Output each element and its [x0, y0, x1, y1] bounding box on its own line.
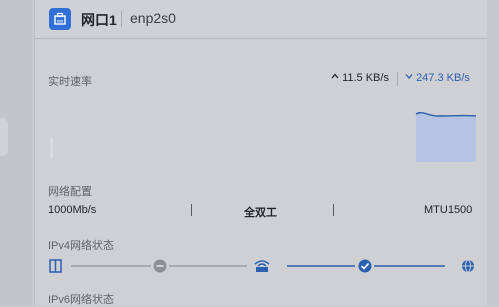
speed-chart — [50, 111, 476, 162]
left-sidebar — [0, 0, 32, 306]
port-card: 网口1 enp2s0 实时速率 11.5 KB/s 247.3 KB/s 网络配… — [34, 0, 488, 306]
network-config-label: 网络配置 — [48, 186, 92, 198]
upload-speed-value: 11.5 KB/s — [342, 72, 389, 84]
device-icon — [49, 259, 62, 273]
port-name: 网口1 — [81, 12, 117, 28]
connected-check-icon — [358, 259, 372, 273]
config-divider-1 — [191, 204, 192, 216]
upload-bar — [50, 138, 53, 158]
header-divider — [121, 11, 122, 27]
ipv4-status-label: IPv4网络状态 — [48, 240, 115, 252]
port-header: 网口1 enp2s0 — [35, 0, 487, 39]
ethernet-port-icon — [49, 8, 71, 30]
upload-speed: 11.5 KB/s — [331, 72, 389, 84]
sidebar-tab[interactable] — [0, 118, 8, 156]
download-area — [416, 112, 476, 162]
ipv4-status-path — [47, 256, 475, 276]
disconnected-icon — [153, 259, 167, 273]
interface-name: enp2s0 — [130, 10, 176, 26]
speed-label: 实时速率 — [48, 76, 92, 88]
link-rate: 1000Mb/s — [48, 204, 97, 216]
arrow-down-icon — [405, 74, 413, 79]
internet-globe-icon — [462, 259, 474, 273]
config-divider-2 — [333, 204, 334, 216]
download-speed-value: 247.3 KB/s — [416, 72, 470, 84]
mtu-value: MTU1500 — [424, 204, 473, 216]
speed-divider — [397, 72, 398, 86]
ipv6-status-label: IPv6网络状态 — [48, 294, 115, 306]
router-icon — [254, 260, 270, 272]
duplex-mode: 全双工 — [244, 207, 277, 219]
download-speed: 247.3 KB/s — [405, 72, 470, 84]
scrollbar-track[interactable] — [487, 0, 499, 306]
arrow-up-icon — [331, 73, 339, 79]
